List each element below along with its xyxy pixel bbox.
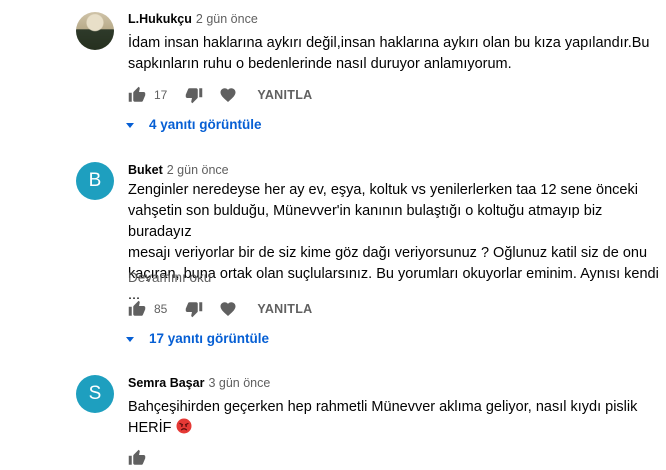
read-more-button[interactable]: Devamını oku xyxy=(128,270,211,285)
heart-icon[interactable] xyxy=(219,300,237,318)
view-replies-label: 4 yanıtı görüntüle xyxy=(149,117,262,132)
caret-down-icon xyxy=(126,336,134,342)
view-replies-button[interactable]: 17 yanıtı görüntüle xyxy=(125,331,269,346)
avatar[interactable]: S xyxy=(76,375,114,413)
like-count: 85 xyxy=(154,302,168,316)
avatar[interactable] xyxy=(76,12,114,50)
caret-down-icon xyxy=(126,122,134,128)
comment-time[interactable]: 3 gün önce xyxy=(208,376,270,390)
view-replies-label: 17 yanıtı görüntüle xyxy=(149,331,270,346)
thumb-up-icon[interactable] xyxy=(128,300,146,318)
reply-button[interactable]: YANITLA xyxy=(257,88,312,102)
comment-author[interactable]: Buket xyxy=(128,163,163,177)
comment-time[interactable]: 2 gün önce xyxy=(196,12,258,26)
comment-time[interactable]: 2 gün önce xyxy=(167,163,229,177)
thumb-up-icon[interactable] xyxy=(128,449,146,467)
comment-author[interactable]: L.Hukukçu xyxy=(128,12,192,26)
comment-text: Zenginler neredeyse her ay ev, eşya, kol… xyxy=(128,182,659,303)
reply-button[interactable]: YANITLA xyxy=(257,302,312,316)
avatar-letter: B xyxy=(88,170,102,191)
thumb-down-icon[interactable] xyxy=(185,300,203,318)
thumb-down-icon[interactable] xyxy=(185,86,203,104)
avatar[interactable]: B xyxy=(76,162,114,200)
comment-text-content: Bahçeşihirden geçerken hep rahmetli Müne… xyxy=(128,399,638,436)
view-replies-button[interactable]: 4 yanıtı görüntüle xyxy=(125,117,262,132)
angry-face-emoji xyxy=(176,418,192,434)
comment-author[interactable]: Semra Başar xyxy=(128,376,204,390)
thumb-up-icon[interactable] xyxy=(128,86,146,104)
heart-icon[interactable] xyxy=(219,86,237,104)
avatar-letter: S xyxy=(88,383,102,404)
like-count: 17 xyxy=(154,88,168,102)
comment-text: İdam insan haklarına aykırı değil,insan … xyxy=(128,35,650,72)
comment-text: Bahçeşihirden geçerken hep rahmetli Müne… xyxy=(128,397,664,439)
